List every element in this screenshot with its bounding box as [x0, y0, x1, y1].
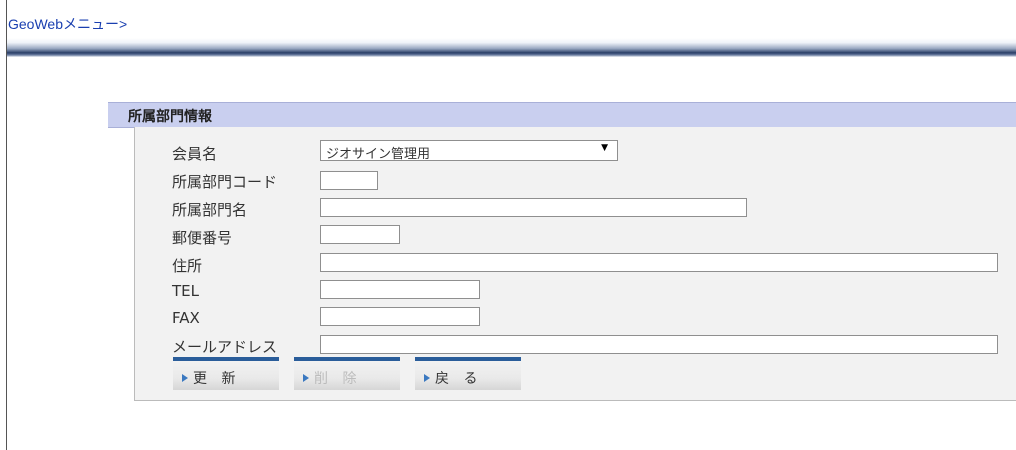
dept-name-input[interactable]: [320, 198, 747, 217]
address-input[interactable]: [320, 253, 998, 272]
triangle-right-icon: [182, 374, 188, 382]
email-input[interactable]: [320, 335, 998, 354]
tel-label: TEL: [172, 282, 199, 300]
triangle-right-icon: [424, 374, 430, 382]
header-bar: [7, 38, 1016, 57]
member-label: 会員名: [172, 145, 218, 163]
update-button[interactable]: 更 新: [173, 357, 279, 390]
postal-label: 郵便番号: [172, 229, 233, 247]
update-button-label: 更 新: [193, 371, 241, 387]
triangle-down-icon: ▼: [601, 143, 608, 153]
fax-label: FAX: [172, 309, 200, 327]
panel-header: 所属部門情報: [108, 102, 1016, 128]
tel-input[interactable]: [320, 280, 480, 299]
postal-input[interactable]: [320, 225, 400, 244]
dept-code-input[interactable]: [320, 171, 378, 190]
member-select[interactable]: ジオサイン管理用 ▼: [320, 140, 618, 162]
dept-code-label: 所属部門コード: [172, 173, 278, 191]
delete-button[interactable]: 削 除: [294, 357, 400, 390]
fax-input[interactable]: [320, 307, 480, 326]
address-label: 住所: [172, 257, 203, 275]
geoweb-menu-link[interactable]: GeoWebメニュー>: [8, 14, 127, 34]
email-label: メールアドレス: [172, 338, 278, 356]
dept-name-label: 所属部門名: [172, 201, 248, 219]
page-left-border: [6, 0, 7, 450]
back-button-label: 戻 る: [435, 371, 483, 387]
triangle-right-icon: [303, 374, 309, 382]
member-select-value: ジオサイン管理用: [326, 147, 431, 162]
delete-button-label: 削 除: [314, 371, 362, 387]
panel-title: 所属部門情報: [128, 109, 212, 125]
back-button[interactable]: 戻 る: [415, 357, 521, 390]
